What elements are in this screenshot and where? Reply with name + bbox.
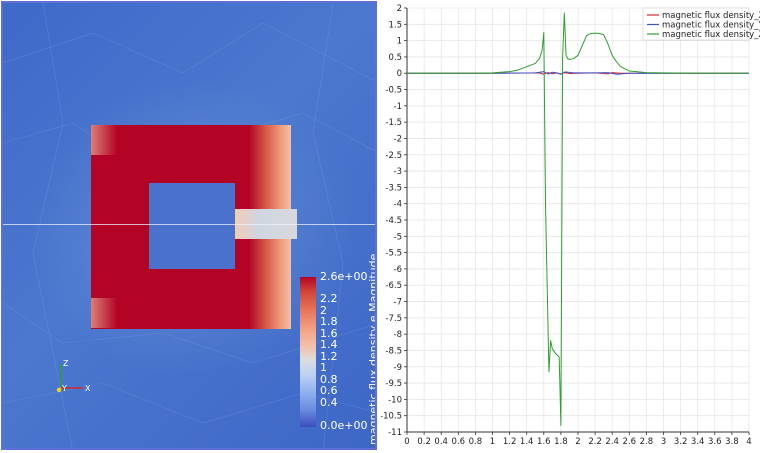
x-tick-label: 3.2 [674,437,688,447]
scalar-bar-title: magnetic flux density e Magnitude [367,253,377,445]
y-tick-label: 1.5 [388,20,402,30]
render-view-panel[interactable]: Z Y X 2.6e+00 0.0e+00 magnetic flux dens… [0,0,378,453]
scalar-color-bar[interactable] [300,277,316,427]
y-tick-label: -9 [394,363,402,373]
x-tick-label: 2.2 [588,437,602,447]
y-tick-label: -6 [394,265,402,275]
y-tick-label: -5 [394,232,402,242]
y-tick-label: -8.5 [385,346,402,356]
core-window [149,183,235,269]
render-view-viewport[interactable]: Z Y X 2.6e+00 0.0e+00 magnetic flux dens… [1,1,377,450]
y-tick-label: -6.5 [385,281,402,291]
axis-y-label: Y [62,384,67,393]
y-tick-label: 2 [397,4,402,14]
core-corner-top-left [91,125,117,155]
x-tick-label: 0.2 [417,437,431,447]
y-tick-label: -8 [394,330,402,340]
slice-line [3,224,375,225]
x-tick-label: 1.8 [554,437,568,447]
core-corner-bottom-left [91,298,117,328]
axis-x-label: X [85,384,91,393]
y-tick-label: -3 [394,167,402,177]
x-tick-label: 4 [746,437,751,447]
line-chart-view-panel[interactable]: 0 0.2 0.4 0.6 0.8 1 1.2 1.4 1.6 1.8 2 2.2 2.4 2.6 2.8 3… [381,0,760,453]
magnetic-core[interactable] [91,125,297,329]
x-tick-label: 2.8 [640,437,654,447]
y-tick-label: 0.5 [388,53,402,63]
y-tick-label: -2 [394,134,402,144]
legend-entry: magnetic flux density_Y [662,21,760,31]
x-tick-label: 2.6 [623,437,637,447]
chart-legend[interactable]: magnetic flux density_Xmagnetic flux den… [642,7,760,41]
scalar-bar-max-label: 2.6e+00 [320,270,368,283]
x-tick-label: 2.4 [605,437,619,447]
line-chart[interactable]: 0 0.2 0.4 0.6 0.8 1 1.2 1.4 1.6 1.8 2 2.2 2.4 2.6 2.8 3… [381,0,760,453]
x-tick-label: 0 [404,437,409,447]
y-tick-label: 1 [397,37,402,47]
paraview-workspace: Z Y X 2.6e+00 0.0e+00 magnetic flux dens… [0,0,760,453]
y-tick-label: -7.5 [385,314,402,324]
chart-axes: 0 0.2 0.4 0.6 0.8 1 1.2 1.4 1.6 1.8 2 2.2 2.4 2.6 2.8 3… [381,4,752,447]
chart-grid [406,7,750,433]
y-tick-label: -7 [394,298,402,308]
scalar-bar-min-label: 0.0e+00 [320,419,368,432]
x-tick-label: 0.8 [469,437,483,447]
x-tick-label: 1.4 [520,437,534,447]
x-tick-label: 2 [575,437,580,447]
y-tick-label: -5.5 [385,249,402,259]
x-tick-label: 3.4 [691,437,705,447]
y-tick-label: -3.5 [385,183,402,193]
x-tick-label: 1.2 [503,437,517,447]
y-tick-label: -10.5 [381,412,402,422]
x-tick-label: 3 [661,437,666,447]
y-tick-label: -1.5 [385,118,402,128]
scalar-bar-label: 0.4 [320,395,338,409]
y-tick-label: -4 [394,200,402,210]
orientation-axes: Z Y X [53,358,93,398]
x-tick-label: 3.8 [725,437,739,447]
y-tick-label: -2.5 [385,151,402,161]
y-tick-label: -0.5 [385,86,402,96]
x-tick-label: 0.6 [452,437,466,447]
y-tick-label: -9.5 [385,379,402,389]
legend-entry: magnetic flux density_X [662,11,760,21]
y-tick-label: 0 [397,69,402,79]
y-tick-label: -1 [394,102,402,112]
y-tick-label: -4.5 [385,216,402,226]
x-tick-label: 1.6 [537,437,551,447]
x-tick-label: 3.6 [708,437,722,447]
legend-entry: magnetic flux density_Z [662,30,760,40]
y-tick-label: -11 [388,428,402,438]
x-tick-label: 1 [490,437,495,447]
x-tick-label: 0.4 [434,437,448,447]
y-tick-label: -10 [388,395,402,405]
axis-z-label: Z [63,359,69,368]
